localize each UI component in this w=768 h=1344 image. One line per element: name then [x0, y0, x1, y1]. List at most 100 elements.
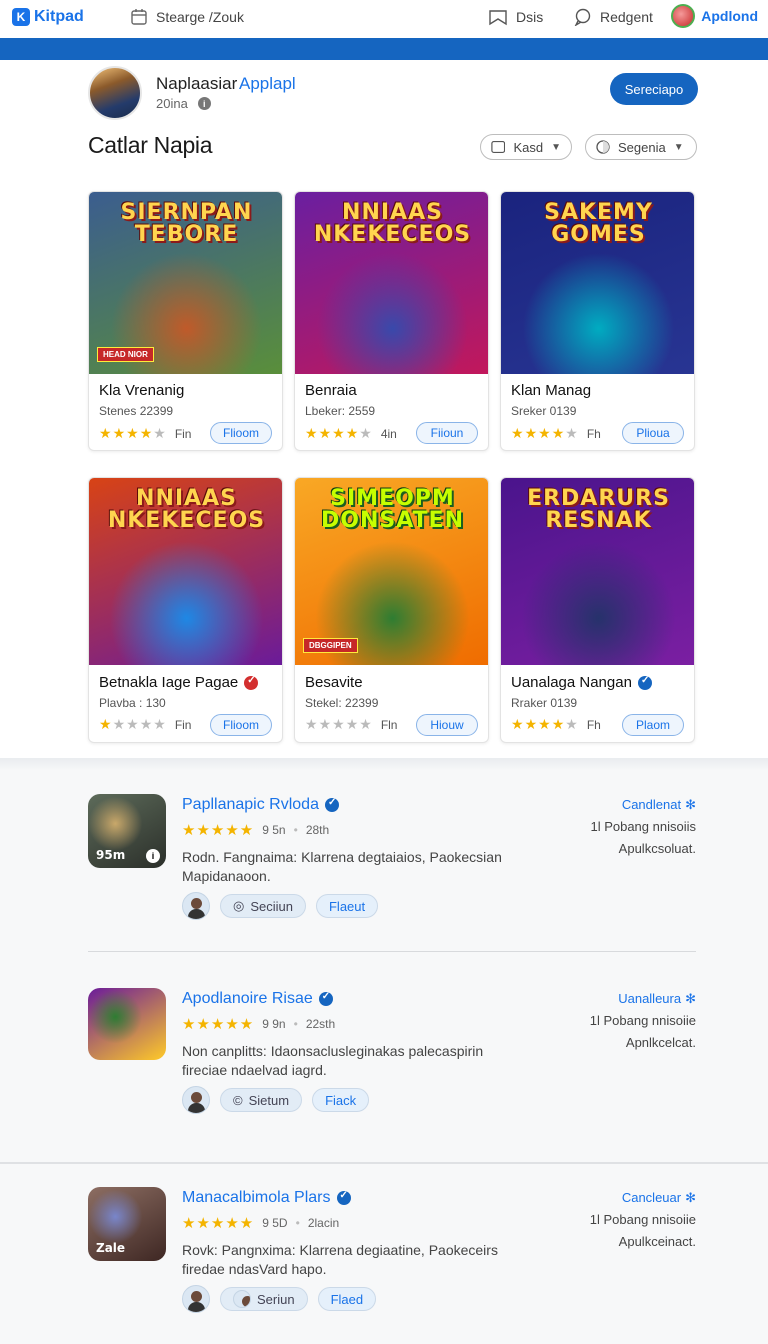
header-band [0, 38, 768, 60]
chevron-down-icon: ▼ [673, 141, 684, 153]
list-title-text: Papllanapic Rvloda [182, 796, 319, 813]
info-icon[interactable]: i [197, 97, 211, 110]
nav-item-storage[interactable]: Stearge /Zouk [130, 8, 244, 26]
verified-badge-icon [637, 675, 652, 690]
stars-icon: ★★★★★ [305, 716, 373, 732]
game-open-button[interactable]: Hiouw [416, 714, 478, 736]
primary-pill[interactable]: Flaeut [315, 894, 379, 918]
gear-icon: ✻ [685, 1190, 696, 1205]
star-rating: ★★★★★ Fh [511, 716, 601, 733]
info-icon: i [146, 849, 160, 863]
app-icon: Zale [88, 1187, 166, 1261]
filter-kasd[interactable]: Kasd ▼ [480, 134, 572, 160]
star-rating: ★★★★★ Fh [511, 425, 601, 442]
game-card[interactable]: NNIAAS NKEKECEOS Benraia Lbeker: 2559 ★★… [294, 191, 489, 451]
profile-link[interactable]: Applapl [239, 74, 296, 94]
secondary-pill[interactable]: ◎ Seciiun [220, 894, 306, 918]
rating-text: Fh [586, 717, 601, 732]
list-title-text: Manacalbimola Plars [182, 1189, 331, 1206]
nav-item-dsis[interactable]: Dsis [488, 8, 543, 26]
game-card[interactable]: NNIAAS NKEKECEOS Betnakla Iage Pagae Pla… [88, 477, 283, 743]
user-menu[interactable]: Apdlond [671, 4, 758, 28]
game-art-tag: HEAD NIOR [97, 347, 154, 362]
mini-avatar[interactable] [182, 1285, 210, 1313]
verified-badge-icon [244, 675, 259, 690]
app-icon: 95m i [88, 794, 166, 868]
game-open-button[interactable]: Plaom [622, 714, 684, 736]
app-icon [88, 988, 166, 1060]
filter-segenia[interactable]: Segenia ▼ [585, 134, 697, 160]
game-art-title: NNIAAS NKEKECEOS [107, 486, 266, 533]
verified-badge-icon [318, 991, 333, 1006]
list-title[interactable]: Manacalbimola Plars [182, 1189, 351, 1207]
dot-separator-icon: • [293, 823, 298, 837]
rating-value: 9 5D [262, 1216, 288, 1230]
secondary-pill[interactable]: © Sietum [220, 1088, 303, 1112]
gear-icon: ✻ [685, 797, 696, 812]
star-rating: ★★★★★ Fln [305, 716, 397, 733]
mini-avatar[interactable] [182, 892, 210, 920]
secondary-pill[interactable]: Seriun [220, 1287, 308, 1311]
game-title-text: Kla Vrenanig [99, 382, 185, 399]
game-open-button[interactable]: Flioom [210, 714, 272, 736]
game-open-button[interactable]: Fiioun [416, 422, 478, 444]
profile-name: Naplaasiar [156, 74, 238, 93]
game-title: Benraia [305, 382, 357, 399]
game-open-button[interactable]: Plioua [622, 422, 684, 444]
verified-badge-icon [336, 1190, 351, 1205]
primary-pill[interactable]: Flaed [317, 1287, 377, 1311]
dot-separator-icon: • [295, 1216, 300, 1230]
profile-action-button[interactable]: Sereciapo [610, 73, 698, 105]
list-item[interactable]: Zale Manacalbimola Plars ★★★★★ 9 5D • 2laci… [88, 1187, 696, 1327]
user-label: Apdlond [701, 8, 758, 24]
game-title: Uanalaga Nangan [511, 674, 652, 691]
game-title: Kla Vrenanig [99, 382, 184, 399]
list-meta: ★★★★★ 9 9n • 22sth [182, 1015, 335, 1033]
gear-icon: ✻ [685, 991, 696, 1006]
stars-icon: ★★★★★ [182, 1016, 255, 1033]
game-card[interactable]: SIMEOPM DONSATEN DBGGIPEN Besavite Steke… [294, 477, 489, 743]
game-art-tag: DBGGIPEN [303, 638, 358, 653]
secondary-pill-label: Sietum [248, 1092, 290, 1108]
game-art: ERDARURS RESNAK [501, 478, 694, 665]
list-description: Rodn. Fangnaima: Klarrena degtaiaios, Pa… [182, 849, 502, 884]
bookmark-icon [489, 10, 507, 26]
mini-avatar[interactable] [182, 1086, 210, 1114]
list-item[interactable]: Apodlanoire Risae ★★★★★ 9 9n • 22sth Non ca… [88, 988, 696, 1128]
game-card[interactable]: SAKEMY GOMES Klan Manag Sreker 0139 ★★★★… [500, 191, 695, 451]
list-title[interactable]: Apodlanoire Risae [182, 990, 333, 1008]
game-card[interactable]: SIERNPAN TEBORE HEAD NIOR Kla Vrenanig S… [88, 191, 283, 451]
side-link[interactable]: Candlenat ✻ [566, 794, 696, 816]
toggle-icon [596, 140, 610, 154]
game-title-text: Benraia [305, 382, 357, 399]
nav-label-storage: Stearge /Zouk [156, 9, 244, 25]
side-link[interactable]: Cancleuar ✻ [566, 1187, 696, 1209]
game-title-text: Besavite [305, 674, 363, 691]
side-link-text: Cancleuar [621, 1190, 682, 1205]
user-avatar [671, 4, 696, 28]
list-title-text: Apodlanoire Risae [182, 990, 313, 1007]
star-rating: ★★★★★ Fin [99, 716, 191, 733]
nav-item-redgent[interactable]: Redgent [574, 8, 653, 26]
game-title-text: Uanalaga Nangan [511, 674, 632, 691]
game-subtitle: Rraker 0139 [511, 696, 578, 710]
stars-icon: ★★★★★ [511, 425, 579, 441]
profile-avatar[interactable] [88, 66, 142, 120]
rating-text: Fh [586, 426, 601, 441]
brand[interactable]: K Kitpad [12, 8, 84, 26]
side-link-text: Candlenat [621, 797, 682, 812]
game-card[interactable]: ERDARURS RESNAK Uanalaga Nangan Rraker 0… [500, 477, 695, 743]
side-line-2: 1l Pobang nnisoiis [590, 819, 696, 834]
game-subtitle: Lbeker: 2559 [305, 404, 376, 418]
list-title[interactable]: Papllanapic Rvloda [182, 796, 339, 814]
section-title: Catlar Napia [88, 132, 213, 158]
game-open-button[interactable]: Flioom [210, 422, 272, 444]
primary-pill[interactable]: Fiack [312, 1088, 370, 1112]
stars-icon: ★★★★★ [182, 822, 255, 839]
list-meta: ★★★★★ 9 5D • 2lacin [182, 1214, 339, 1232]
side-link[interactable]: Uanalleura ✻ [566, 988, 696, 1010]
game-art: SIERNPAN TEBORE HEAD NIOR [89, 192, 282, 374]
side-line-2: 1l Pobang nnisoiie [589, 1212, 696, 1227]
list-item[interactable]: 95m i Papllanapic Rvloda ★★★★★9 5n•28th … [88, 794, 696, 934]
stars-icon: ★★★★★ [99, 716, 167, 732]
